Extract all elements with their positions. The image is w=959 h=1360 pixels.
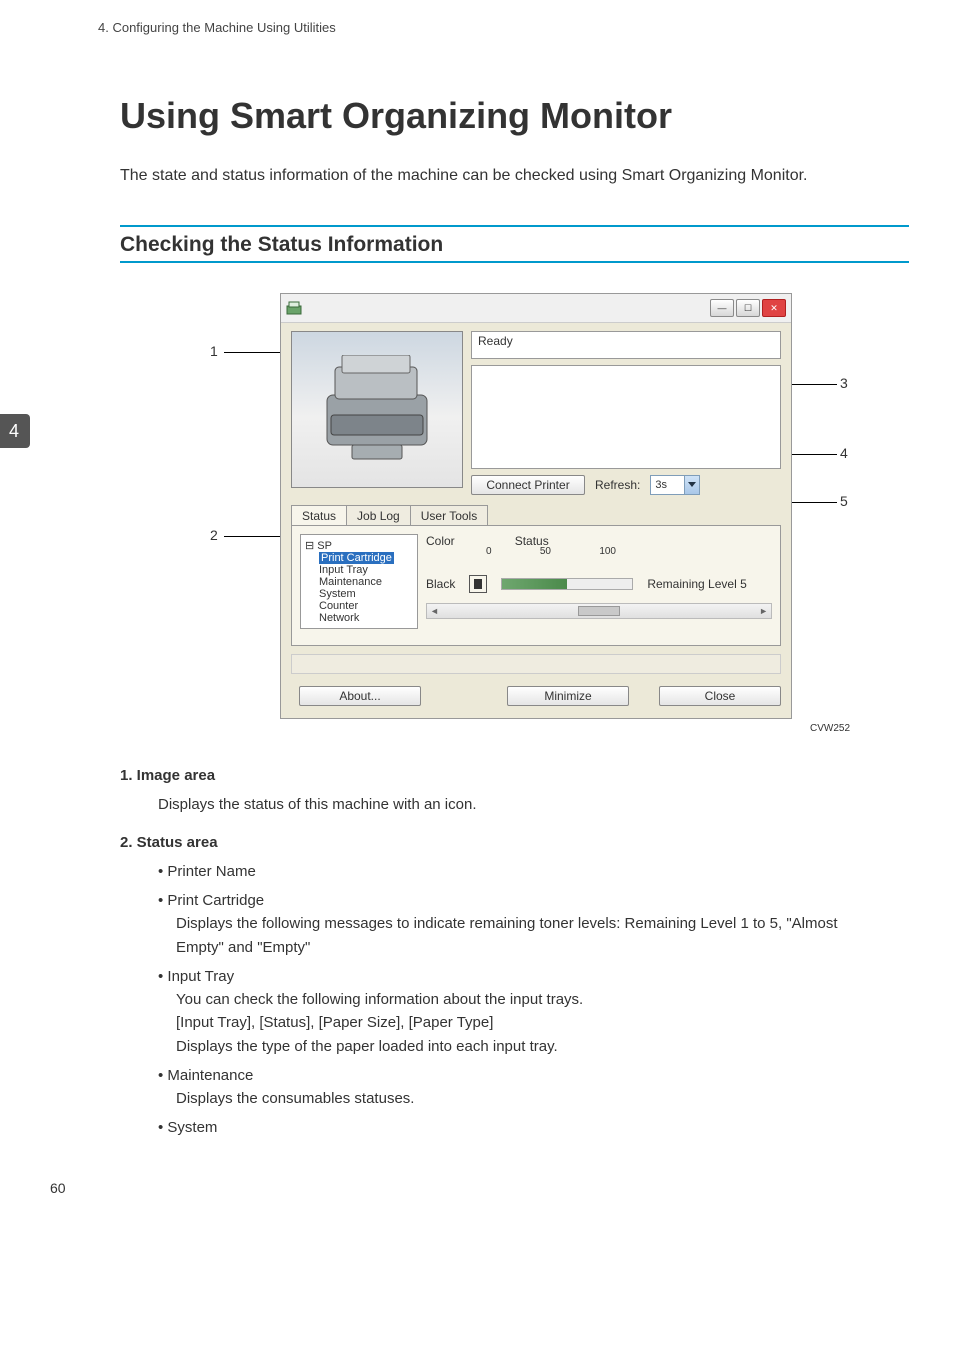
- horizontal-scrollbar[interactable]: ◄ ►: [426, 603, 772, 619]
- close-button[interactable]: Close: [659, 686, 781, 706]
- callout-3: 3: [840, 375, 848, 391]
- column-color: Color: [426, 534, 455, 548]
- desc-2-maintenance-body: Displays the consumables statuses.: [176, 1087, 879, 1110]
- gauge-scale: 0 50 100: [486, 546, 616, 557]
- tab-job-log[interactable]: Job Log: [346, 505, 411, 525]
- page-number: 60: [50, 1180, 909, 1196]
- desc-1-heading: 1. Image area: [120, 764, 879, 787]
- desc-1-body: Displays the status of this machine with…: [158, 793, 879, 816]
- tabstrip: Status Job Log User Tools: [291, 505, 781, 525]
- refresh-label: Refresh:: [595, 478, 640, 492]
- desc-2-printer-name: Printer Name: [158, 860, 879, 883]
- callout-1: 1: [210, 343, 218, 359]
- callout-2: 2: [210, 527, 218, 543]
- message-area: [471, 365, 781, 469]
- desc-2-input-tray-b3: Displays the type of the paper loaded in…: [176, 1035, 879, 1058]
- device-tree[interactable]: ⊟ SP Print Cartridge Input Tray Maintena…: [300, 534, 418, 629]
- row-color-black: Black: [426, 577, 455, 591]
- callout-4: 4: [840, 445, 848, 461]
- image-area: [291, 331, 463, 488]
- tree-item-print-cartridge[interactable]: Print Cartridge: [319, 552, 413, 564]
- som-dialog: — ☐ ✕ Ready: [280, 293, 792, 719]
- status-bar: [291, 654, 781, 674]
- tree-item-system[interactable]: System: [319, 588, 413, 600]
- chapter-tab: 4: [0, 414, 30, 448]
- tab-status[interactable]: Status: [291, 505, 347, 525]
- status-textbox: Ready: [471, 331, 781, 359]
- description-list: 1. Image area Displays the status of thi…: [120, 764, 879, 1140]
- minimize-button[interactable]: Minimize: [507, 686, 629, 706]
- intro-paragraph: The state and status information of the …: [120, 167, 909, 185]
- desc-2-print-cartridge-body: Displays the following messages to indic…: [176, 912, 879, 959]
- tree-item-input-tray[interactable]: Input Tray: [319, 564, 413, 576]
- desc-2-print-cartridge: Print Cartridge: [158, 889, 879, 912]
- callout-5: 5: [840, 493, 848, 509]
- desc-2-input-tray-b1: You can check the following information …: [176, 988, 879, 1011]
- toner-gauge: [501, 578, 633, 590]
- scroll-thumb[interactable]: [578, 606, 620, 616]
- tab-user-tools[interactable]: User Tools: [410, 505, 488, 525]
- desc-2-system: System: [158, 1116, 879, 1139]
- refresh-value: 3s: [651, 479, 684, 491]
- remaining-level: Remaining Level 5: [647, 577, 746, 591]
- maximize-window-icon[interactable]: ☐: [736, 299, 760, 317]
- printer-icon: [317, 355, 437, 465]
- app-icon: [286, 300, 304, 316]
- desc-2-heading: 2. Status area: [120, 831, 879, 854]
- scroll-left-icon[interactable]: ◄: [430, 606, 439, 616]
- desc-2-maintenance: Maintenance: [158, 1064, 879, 1087]
- chevron-down-icon: [684, 476, 699, 494]
- page-title: Using Smart Organizing Monitor: [120, 95, 909, 137]
- figure-id: CVW252: [220, 723, 850, 734]
- tree-item-counter[interactable]: Counter: [319, 600, 413, 612]
- tree-root[interactable]: ⊟ SP: [305, 539, 413, 552]
- connect-printer-button[interactable]: Connect Printer: [471, 475, 585, 495]
- tab-panel-status: ⊟ SP Print Cartridge Input Tray Maintena…: [291, 525, 781, 646]
- about-button[interactable]: About...: [299, 686, 421, 706]
- tree-item-network[interactable]: Network: [319, 612, 413, 624]
- desc-2-input-tray-b2: [Input Tray], [Status], [Paper Size], [P…: [176, 1011, 879, 1034]
- callout-line-2: [224, 536, 284, 537]
- figure-wrapper: 1 2 3 4 5 — ☐ ✕: [220, 293, 890, 734]
- desc-2-input-tray: Input Tray: [158, 965, 879, 988]
- running-header: 4. Configuring the Machine Using Utiliti…: [98, 20, 909, 35]
- titlebar: — ☐ ✕: [281, 294, 791, 323]
- toner-icon: [469, 575, 487, 593]
- refresh-dropdown[interactable]: 3s: [650, 475, 700, 495]
- minimize-window-icon[interactable]: —: [710, 299, 734, 317]
- section-heading: Checking the Status Information: [120, 225, 909, 263]
- close-window-icon[interactable]: ✕: [762, 299, 786, 317]
- scroll-right-icon[interactable]: ►: [759, 606, 768, 616]
- tree-item-maintenance[interactable]: Maintenance: [319, 576, 413, 588]
